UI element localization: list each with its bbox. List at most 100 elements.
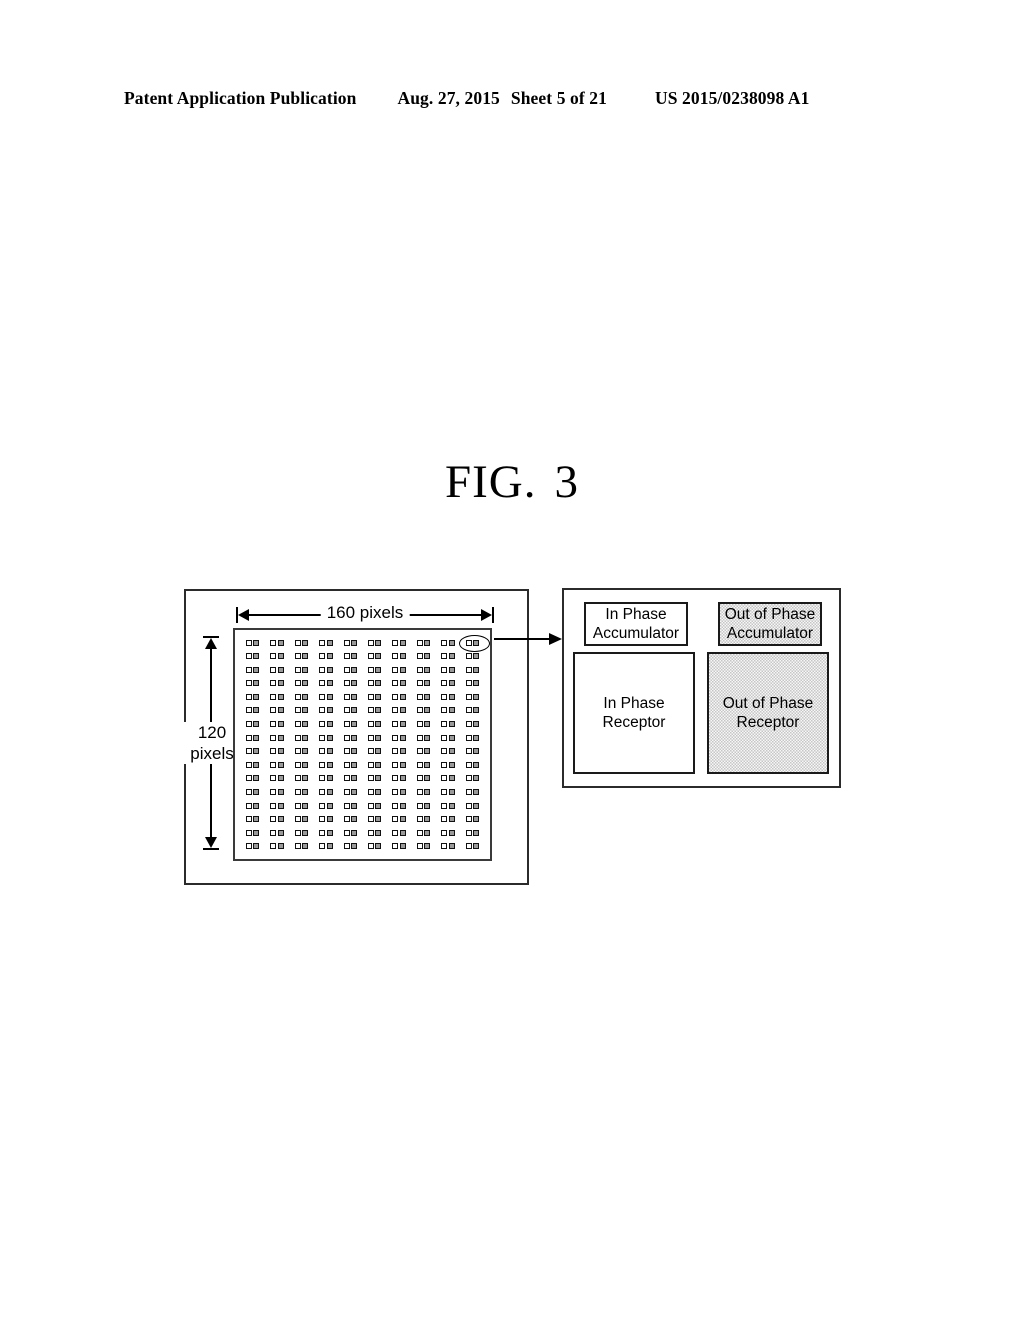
subpixel-in-phase: [441, 653, 448, 660]
pixel-row: [235, 634, 490, 652]
pixel-cell: [294, 829, 309, 836]
pixel-cell: [441, 734, 455, 741]
subpixel-out-of-phase: [351, 816, 358, 823]
subpixel-out-of-phase: [375, 761, 382, 768]
subpixel-out-of-phase: [351, 666, 358, 673]
pixel-cell: [465, 761, 480, 768]
subpixel-out-of-phase: [424, 748, 431, 755]
subpixel-out-of-phase: [277, 775, 284, 782]
subpixel-out-of-phase: [277, 653, 284, 660]
pixel-row: [235, 693, 490, 700]
subpixel-in-phase: [367, 761, 374, 768]
subpixel-in-phase: [441, 721, 448, 728]
subpixel-out-of-phase: [351, 843, 358, 850]
subpixel-out-of-phase: [448, 707, 455, 714]
subpixel-out-of-phase: [448, 802, 455, 809]
pixel-cell: [294, 843, 309, 850]
subpixel-out-of-phase: [277, 816, 284, 823]
subpixel-in-phase: [294, 788, 301, 795]
subpixel-out-of-phase: [424, 734, 431, 741]
subpixel-in-phase: [416, 775, 423, 782]
subpixel-out-of-phase: [253, 693, 260, 700]
subpixel-out-of-phase: [253, 775, 260, 782]
subpixel-out-of-phase: [375, 680, 382, 687]
subpixel-out-of-phase: [473, 843, 480, 850]
subpixel-out-of-phase: [277, 680, 284, 687]
pixel-cell: [270, 829, 284, 836]
subpixel-in-phase: [465, 693, 472, 700]
subpixel-out-of-phase: [399, 734, 406, 741]
pixel-cell: [294, 666, 309, 673]
subpixel-out-of-phase: [277, 843, 284, 850]
pixel-cell: [416, 829, 431, 836]
subpixel-in-phase: [416, 721, 423, 728]
block-out-of-phase-accumulator-line1: Out of Phase: [724, 606, 816, 623]
pixel-cell: [294, 707, 309, 714]
subpixel-out-of-phase: [326, 680, 333, 687]
pixel-cell: [441, 693, 455, 700]
pixel-cell: [367, 788, 382, 795]
pixel-cell: [319, 721, 333, 728]
subpixel-out-of-phase: [302, 721, 309, 728]
subpixel-out-of-phase: [253, 748, 260, 755]
subpixel-out-of-phase: [399, 653, 406, 660]
subpixel-in-phase: [367, 707, 374, 714]
pixel-cell: [343, 680, 358, 687]
subpixel-in-phase: [294, 680, 301, 687]
pixel-cell: [367, 775, 382, 782]
pixel-cell: [245, 829, 260, 836]
subpixel-in-phase: [319, 734, 326, 741]
pixel-cell: [270, 788, 284, 795]
pixel-cell: [441, 748, 455, 755]
subpixel-out-of-phase: [424, 802, 431, 809]
pixel-cell: [270, 639, 284, 646]
subpixel-out-of-phase: [375, 816, 382, 823]
subpixel-in-phase: [270, 843, 277, 850]
pixel-cell: [245, 707, 260, 714]
pixel-cell: [343, 748, 358, 755]
subpixel-in-phase: [245, 761, 252, 768]
pixel-cell-highlighted: [458, 634, 490, 652]
subpixel-in-phase: [416, 693, 423, 700]
subpixel-in-phase: [343, 761, 350, 768]
subpixel-out-of-phase: [448, 788, 455, 795]
subpixel-out-of-phase: [253, 843, 260, 850]
pixel-cell: [245, 748, 260, 755]
subpixel-out-of-phase: [351, 775, 358, 782]
subpixel-out-of-phase: [326, 802, 333, 809]
subpixel-in-phase: [294, 721, 301, 728]
subpixel-in-phase: [441, 829, 448, 836]
pixel-cell: [319, 666, 333, 673]
subpixel-out-of-phase: [473, 721, 480, 728]
subpixel-out-of-phase: [302, 707, 309, 714]
pixel-cell: [392, 802, 406, 809]
subpixel-in-phase: [465, 653, 472, 660]
block-in-phase-accumulator-line2: Accumulator: [592, 625, 680, 642]
subpixel-in-phase: [465, 802, 472, 809]
subpixel-in-phase: [441, 788, 448, 795]
subpixel-in-phase: [465, 639, 472, 646]
subpixel-in-phase: [367, 748, 374, 755]
pixel-cell: [465, 653, 480, 660]
subpixel-out-of-phase: [302, 666, 309, 673]
subpixel-in-phase: [319, 721, 326, 728]
pixel-cell: [441, 802, 455, 809]
subpixel-in-phase: [441, 693, 448, 700]
pixel-cell: [367, 761, 382, 768]
pixel-cell: [465, 666, 480, 673]
subpixel-out-of-phase: [326, 816, 333, 823]
pixel-cell: [392, 693, 406, 700]
subpixel-in-phase: [343, 775, 350, 782]
subpixel-out-of-phase: [424, 829, 431, 836]
subpixel-out-of-phase: [375, 721, 382, 728]
subpixel-out-of-phase: [448, 734, 455, 741]
subpixel-out-of-phase: [253, 802, 260, 809]
subpixel-in-phase: [441, 748, 448, 755]
subpixel-in-phase: [270, 721, 277, 728]
pixel-cell: [343, 761, 358, 768]
subpixel-in-phase: [319, 788, 326, 795]
pixel-row: [235, 707, 490, 714]
pixel-cell: [319, 761, 333, 768]
subpixel-out-of-phase: [277, 666, 284, 673]
pixel-cell: [416, 653, 431, 660]
